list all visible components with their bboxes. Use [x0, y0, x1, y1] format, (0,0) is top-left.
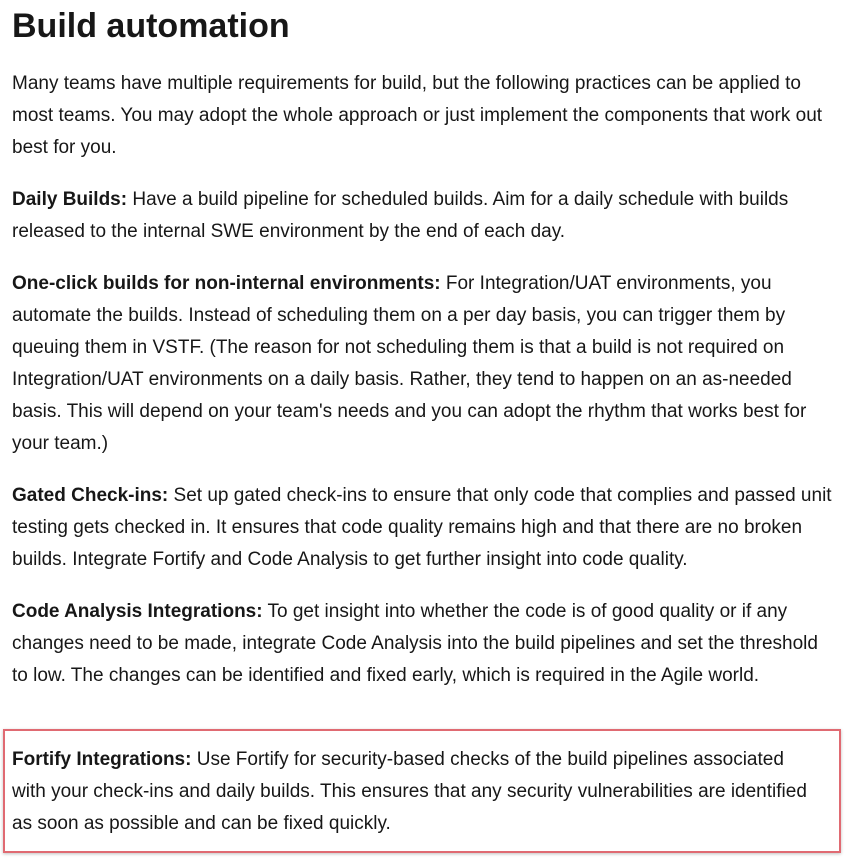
practice-term: Fortify Integrations: [12, 749, 192, 770]
practice-text: Have a build pipeline for scheduled buil… [12, 189, 789, 242]
practice-term: Code Analysis Integrations: [12, 601, 263, 622]
practice-term: Daily Builds: [12, 189, 128, 210]
practice-daily-builds: Daily Builds: Have a build pipeline for … [12, 184, 834, 248]
practice-term: One-click builds for non-internal enviro… [12, 273, 441, 294]
practice-code-analysis: Code Analysis Integrations: To get insig… [12, 596, 834, 692]
page-title: Build automation [12, 7, 290, 45]
practice-text: For Integration/UAT environments, you au… [12, 273, 807, 454]
practice-term: Gated Check-ins: [12, 485, 169, 506]
practice-fortify: Fortify Integrations: Use Fortify for se… [12, 744, 822, 840]
intro-paragraph: Many teams have multiple requirements fo… [12, 73, 823, 158]
practice-gated-check-ins: Gated Check-ins: Set up gated check-ins … [12, 480, 834, 576]
practice-one-click-builds: One-click builds for non-internal enviro… [12, 268, 834, 460]
